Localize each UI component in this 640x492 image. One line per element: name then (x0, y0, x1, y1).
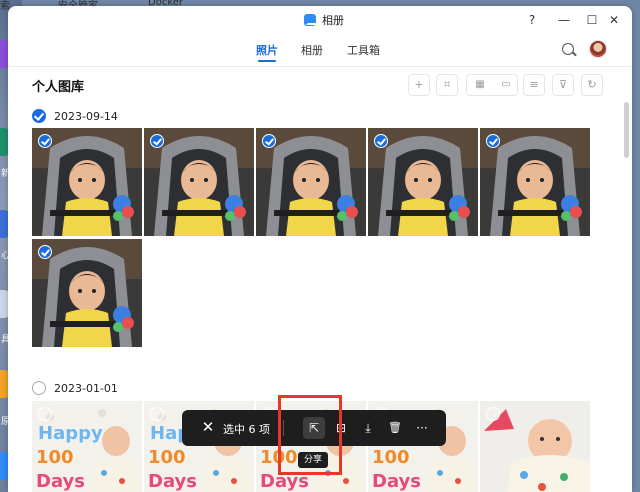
svg-text:Days: Days (36, 471, 85, 492)
photo-select-checkbox[interactable] (486, 134, 500, 148)
refresh-button[interactable]: ↻ (581, 74, 603, 96)
svg-text:100: 100 (36, 447, 74, 468)
window-title: 相册 (322, 14, 344, 27)
photo-select-checkbox[interactable] (150, 134, 164, 148)
folder-view-icon[interactable]: ▭ (493, 75, 519, 95)
title-bar[interactable]: 相册 ? — ☐ ✕ (8, 6, 632, 34)
svg-text:100: 100 (372, 447, 410, 468)
scan-face-icon: ⌗ (443, 78, 451, 91)
minimize-button[interactable]: — (556, 12, 572, 28)
active-tab-indicator (258, 60, 276, 62)
main-tabs: 照片 相册 工具箱 (8, 42, 632, 66)
group-select-checkbox[interactable] (32, 381, 46, 395)
svg-text:100: 100 (148, 447, 186, 468)
photo-select-checkbox[interactable] (486, 407, 500, 421)
filter-button[interactable]: ⊽ (552, 74, 574, 96)
photo-select-checkbox[interactable] (38, 407, 52, 421)
date-group-header: 2023-01-01 (32, 380, 118, 396)
tab-toolbox[interactable]: 工具箱 (347, 42, 380, 58)
photo-thumbnail[interactable]: Happy 100 Days (32, 401, 142, 492)
avatar[interactable] (589, 40, 607, 58)
search-icon[interactable] (562, 43, 574, 55)
photo-thumbnail[interactable] (480, 401, 590, 492)
photo-thumbnail[interactable] (144, 128, 254, 236)
grid-view-icon[interactable]: ▦ (467, 75, 493, 95)
close-icon[interactable]: ✕ (200, 419, 216, 435)
maximize-button[interactable]: ☐ (584, 12, 600, 28)
list-button[interactable]: ≡ (523, 74, 545, 96)
view-toggle-group: ▦ ▭ (466, 74, 518, 96)
group-select-checkbox[interactable] (32, 109, 46, 123)
scrollbar[interactable] (624, 102, 629, 158)
photo-select-checkbox[interactable] (374, 134, 388, 148)
plus-icon: + (414, 78, 424, 91)
help-button[interactable]: ? (524, 12, 540, 28)
share-tooltip: 分享 (298, 452, 329, 468)
photo-thumbnail[interactable] (32, 128, 142, 236)
photo-select-checkbox[interactable] (150, 407, 164, 421)
close-button[interactable]: ✕ (606, 12, 622, 28)
tab-albums[interactable]: 相册 (301, 42, 323, 58)
photo-thumbnail[interactable] (368, 128, 478, 236)
more-icon[interactable]: ··· (411, 417, 433, 439)
window-title-group: 相册 (304, 12, 344, 28)
photo-thumbnail[interactable] (32, 239, 142, 347)
tab-label: 工具箱 (347, 44, 380, 57)
selection-count: 选中 6 项 (223, 423, 270, 436)
photos-app-icon (304, 14, 316, 26)
svg-text:Days: Days (372, 471, 421, 492)
add-button[interactable]: + (408, 74, 430, 96)
download-icon[interactable]: ⤓ (357, 417, 379, 439)
date-group-header: 2023-09-14 (32, 108, 118, 124)
tab-label: 相册 (301, 44, 323, 57)
delete-icon[interactable]: 🗑 (384, 417, 406, 439)
tab-label: 照片 (256, 44, 278, 57)
list-icon: ≡ (529, 78, 539, 91)
page-title: 个人图库 (32, 80, 85, 95)
refresh-icon: ↻ (587, 78, 597, 91)
scan-button[interactable]: ⌗ (436, 74, 458, 96)
photo-select-checkbox[interactable] (262, 134, 276, 148)
svg-text:Days: Days (148, 471, 197, 492)
tab-photos[interactable]: 照片 (256, 42, 278, 62)
svg-text:Happy: Happy (38, 423, 103, 444)
group-date: 2023-09-14 (54, 109, 118, 123)
group-date: 2023-01-01 (54, 381, 118, 395)
photo-thumbnail[interactable] (256, 128, 366, 236)
filter-icon: ⊽ (558, 78, 568, 91)
divider (8, 66, 632, 67)
photo-select-checkbox[interactable] (38, 134, 52, 148)
photo-thumbnail[interactable] (480, 128, 590, 236)
photo-select-checkbox[interactable] (38, 245, 52, 259)
